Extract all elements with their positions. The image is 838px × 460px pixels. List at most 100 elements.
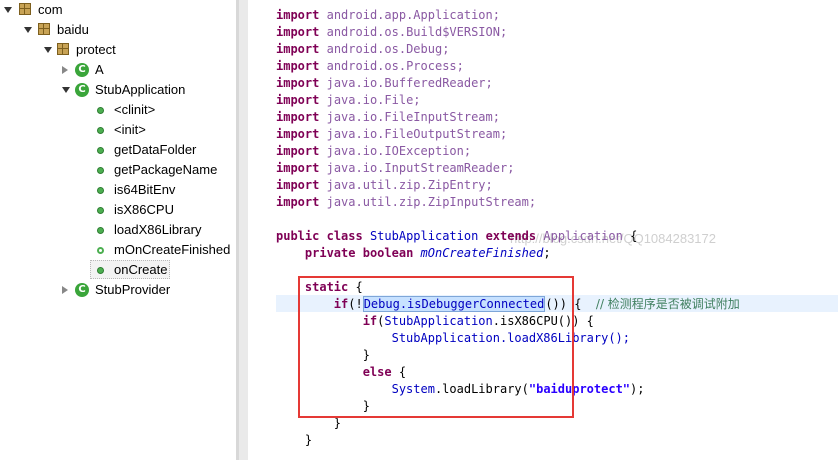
tree-item[interactable]: com — [0, 0, 236, 20]
import-path: java.io.InputStreamReader; — [326, 161, 515, 175]
class-name: StubApplication — [369, 229, 479, 243]
import-line: import java.io.IOException; — [276, 143, 471, 160]
code-comment: // 检测程序是否被调试附加 — [595, 297, 740, 311]
method-icon — [97, 107, 104, 114]
package-icon — [19, 3, 31, 15]
method-icon — [97, 187, 104, 194]
close-brace-line: } — [276, 432, 312, 449]
keyword: import — [276, 178, 320, 192]
import-path: android.os.Debug; — [326, 42, 450, 56]
editor-gutter — [239, 0, 248, 460]
tree-item-label: getDataFolder — [114, 142, 197, 157]
tree-item-label: StubProvider — [95, 282, 171, 297]
keyword: import — [276, 161, 320, 175]
class-icon: C — [75, 83, 89, 97]
tree-item[interactable]: CA — [0, 60, 236, 80]
tree-item-label: protect — [76, 42, 116, 57]
keyword: import — [276, 59, 320, 73]
keyword: import — [276, 25, 320, 39]
tree-item-label: loadX86Library — [114, 222, 202, 237]
method-icon — [97, 267, 104, 274]
tree-item[interactable]: mOnCreateFinished — [0, 240, 236, 260]
import-line: import java.util.zip.ZipInputStream; — [276, 194, 536, 211]
import-line: import java.io.InputStreamReader; — [276, 160, 514, 177]
method-icon — [97, 207, 104, 214]
keyword: extends — [485, 229, 537, 243]
import-path: java.io.FileInputStream; — [326, 110, 500, 124]
brace: } — [333, 416, 342, 430]
field-icon — [97, 247, 104, 254]
annotation-highlight-box — [298, 276, 574, 418]
keyword: import — [276, 144, 320, 158]
tree-item[interactable]: loadX86Library — [0, 220, 236, 240]
tree-item[interactable]: baidu — [0, 20, 236, 40]
tree-item[interactable]: C StubProvider — [0, 280, 236, 300]
field-declaration-line: private boolean mOnCreateFinished; — [276, 245, 551, 262]
collapsed-toggle-icon[interactable] — [62, 286, 68, 294]
tree-item-label: A — [95, 62, 104, 77]
import-path: java.util.zip.ZipEntry; — [326, 178, 493, 192]
import-path: java.io.FileOutputStream; — [326, 127, 508, 141]
method-icon — [97, 227, 104, 234]
class-declaration-line: public class StubApplication extends App… — [276, 228, 637, 245]
import-path: android.app.Application; — [326, 8, 500, 22]
import-line: import java.io.File; — [276, 92, 421, 109]
class-icon: C — [75, 63, 89, 77]
keyword: import — [276, 195, 320, 209]
keyword: public — [276, 229, 320, 243]
package-icon — [57, 43, 69, 55]
tree-item-label: isX86CPU — [114, 202, 174, 217]
keyword: import — [276, 8, 320, 22]
tree-item-label: com — [38, 2, 63, 17]
brace: { — [630, 229, 638, 243]
import-line: import android.os.Process; — [276, 58, 464, 75]
expanded-toggle-icon[interactable] — [24, 27, 32, 33]
call-end: ); — [630, 382, 645, 396]
import-path: java.io.File; — [326, 93, 421, 107]
tree-item[interactable]: <clinit> — [0, 100, 236, 120]
expanded-toggle-icon[interactable] — [44, 47, 52, 53]
keyword: import — [276, 127, 320, 141]
expanded-toggle-icon[interactable] — [62, 87, 70, 93]
import-path: java.util.zip.ZipInputStream; — [326, 195, 537, 209]
keyword: import — [276, 42, 320, 56]
keyword: import — [276, 110, 320, 124]
tree-item-label: StubApplication — [95, 82, 186, 97]
tree-item[interactable]: is64BitEnv — [0, 180, 236, 200]
collapsed-toggle-icon[interactable] — [62, 66, 68, 74]
tree-item[interactable]: getDataFolder — [0, 140, 236, 160]
tree-item[interactable]: C StubApplication — [0, 80, 236, 100]
tree-item[interactable]: getPackageName — [0, 160, 236, 180]
tree-item-label: is64BitEnv — [114, 182, 176, 197]
tree-item[interactable]: onCreate — [0, 260, 236, 280]
tree-item-label: getPackageName — [114, 162, 218, 177]
superclass-name: Application — [543, 229, 623, 243]
keyword: class — [326, 229, 363, 243]
tree-item[interactable]: <init> — [0, 120, 236, 140]
import-line: import java.util.zip.ZipEntry; — [276, 177, 493, 194]
import-line: import java.io.FileOutputStream; — [276, 126, 507, 143]
tree-item-label: <clinit> — [114, 102, 156, 117]
class-icon: C — [75, 283, 89, 297]
import-line: import android.app.Application; — [276, 7, 500, 24]
brace: } — [304, 433, 313, 447]
package-icon — [38, 23, 50, 35]
outline-tree: com baidu protect C A C StubApplication <clinit… — [0, 0, 236, 460]
import-path: android.os.Build$VERSION; — [326, 25, 508, 39]
field-name: mOnCreateFinished — [420, 246, 544, 260]
semicolon: ; — [543, 246, 551, 260]
import-path: java.io.IOException; — [326, 144, 472, 158]
import-line: import java.io.FileInputStream; — [276, 109, 500, 126]
keyword: boolean — [362, 246, 414, 260]
import-path: java.io.BufferedReader; — [326, 76, 493, 90]
tree-item-label: <init> — [114, 122, 146, 137]
import-line: import java.io.BufferedReader; — [276, 75, 493, 92]
tree-item[interactable]: isX86CPU — [0, 200, 236, 220]
expanded-toggle-icon[interactable] — [4, 7, 12, 13]
method-icon — [97, 127, 104, 134]
import-path: android.os.Process; — [326, 59, 464, 73]
tree-item[interactable]: protect — [0, 40, 236, 60]
tree-item-label: baidu — [57, 22, 89, 37]
method-icon — [97, 147, 104, 154]
import-line: import android.os.Debug; — [276, 41, 449, 58]
